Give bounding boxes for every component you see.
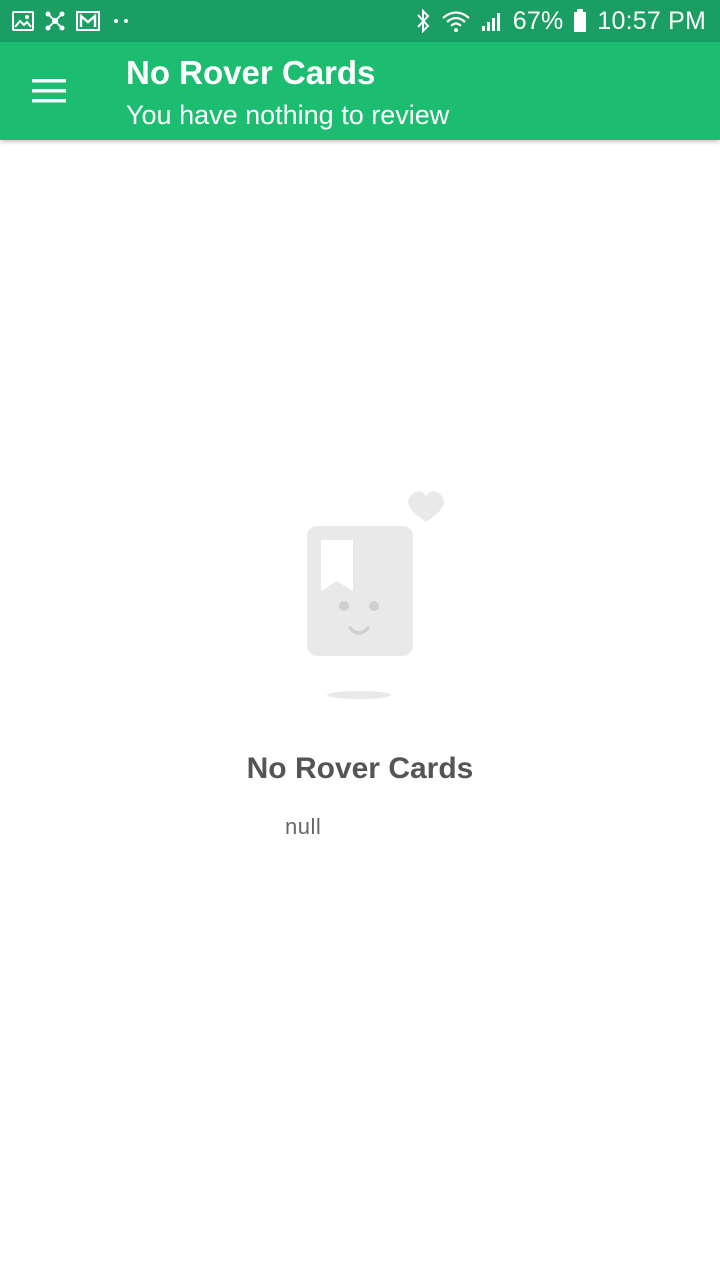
empty-state-title: No Rover Cards [246,752,474,785]
gallery-icon [12,11,34,31]
network-icon [44,10,66,32]
empty-state-message: null [285,814,322,839]
empty-card-illustration [300,486,450,706]
page-subtitle: You have nothing to review [126,100,450,130]
clock: 10:57 PM [597,6,706,35]
menu-button[interactable] [22,64,76,118]
bluetooth-icon [415,9,431,33]
status-bar-right: 67% 10:57 PM [415,7,706,36]
heart-icon [408,491,444,522]
app-bar: No Rover Cards You have nothing to revie… [0,42,720,140]
hamburger-menu-icon [32,78,66,104]
wifi-icon [441,9,471,33]
gmail-icon [76,11,100,31]
more-dots-icon [110,16,132,26]
page-title: No Rover Cards [126,54,376,91]
battery-icon [573,9,587,33]
signal-icon [481,10,503,32]
card-shadow [327,691,391,699]
battery-percentage: 67% [512,6,564,35]
status-bar: 67% 10:57 PM [0,0,720,42]
status-bar-left [12,10,132,32]
